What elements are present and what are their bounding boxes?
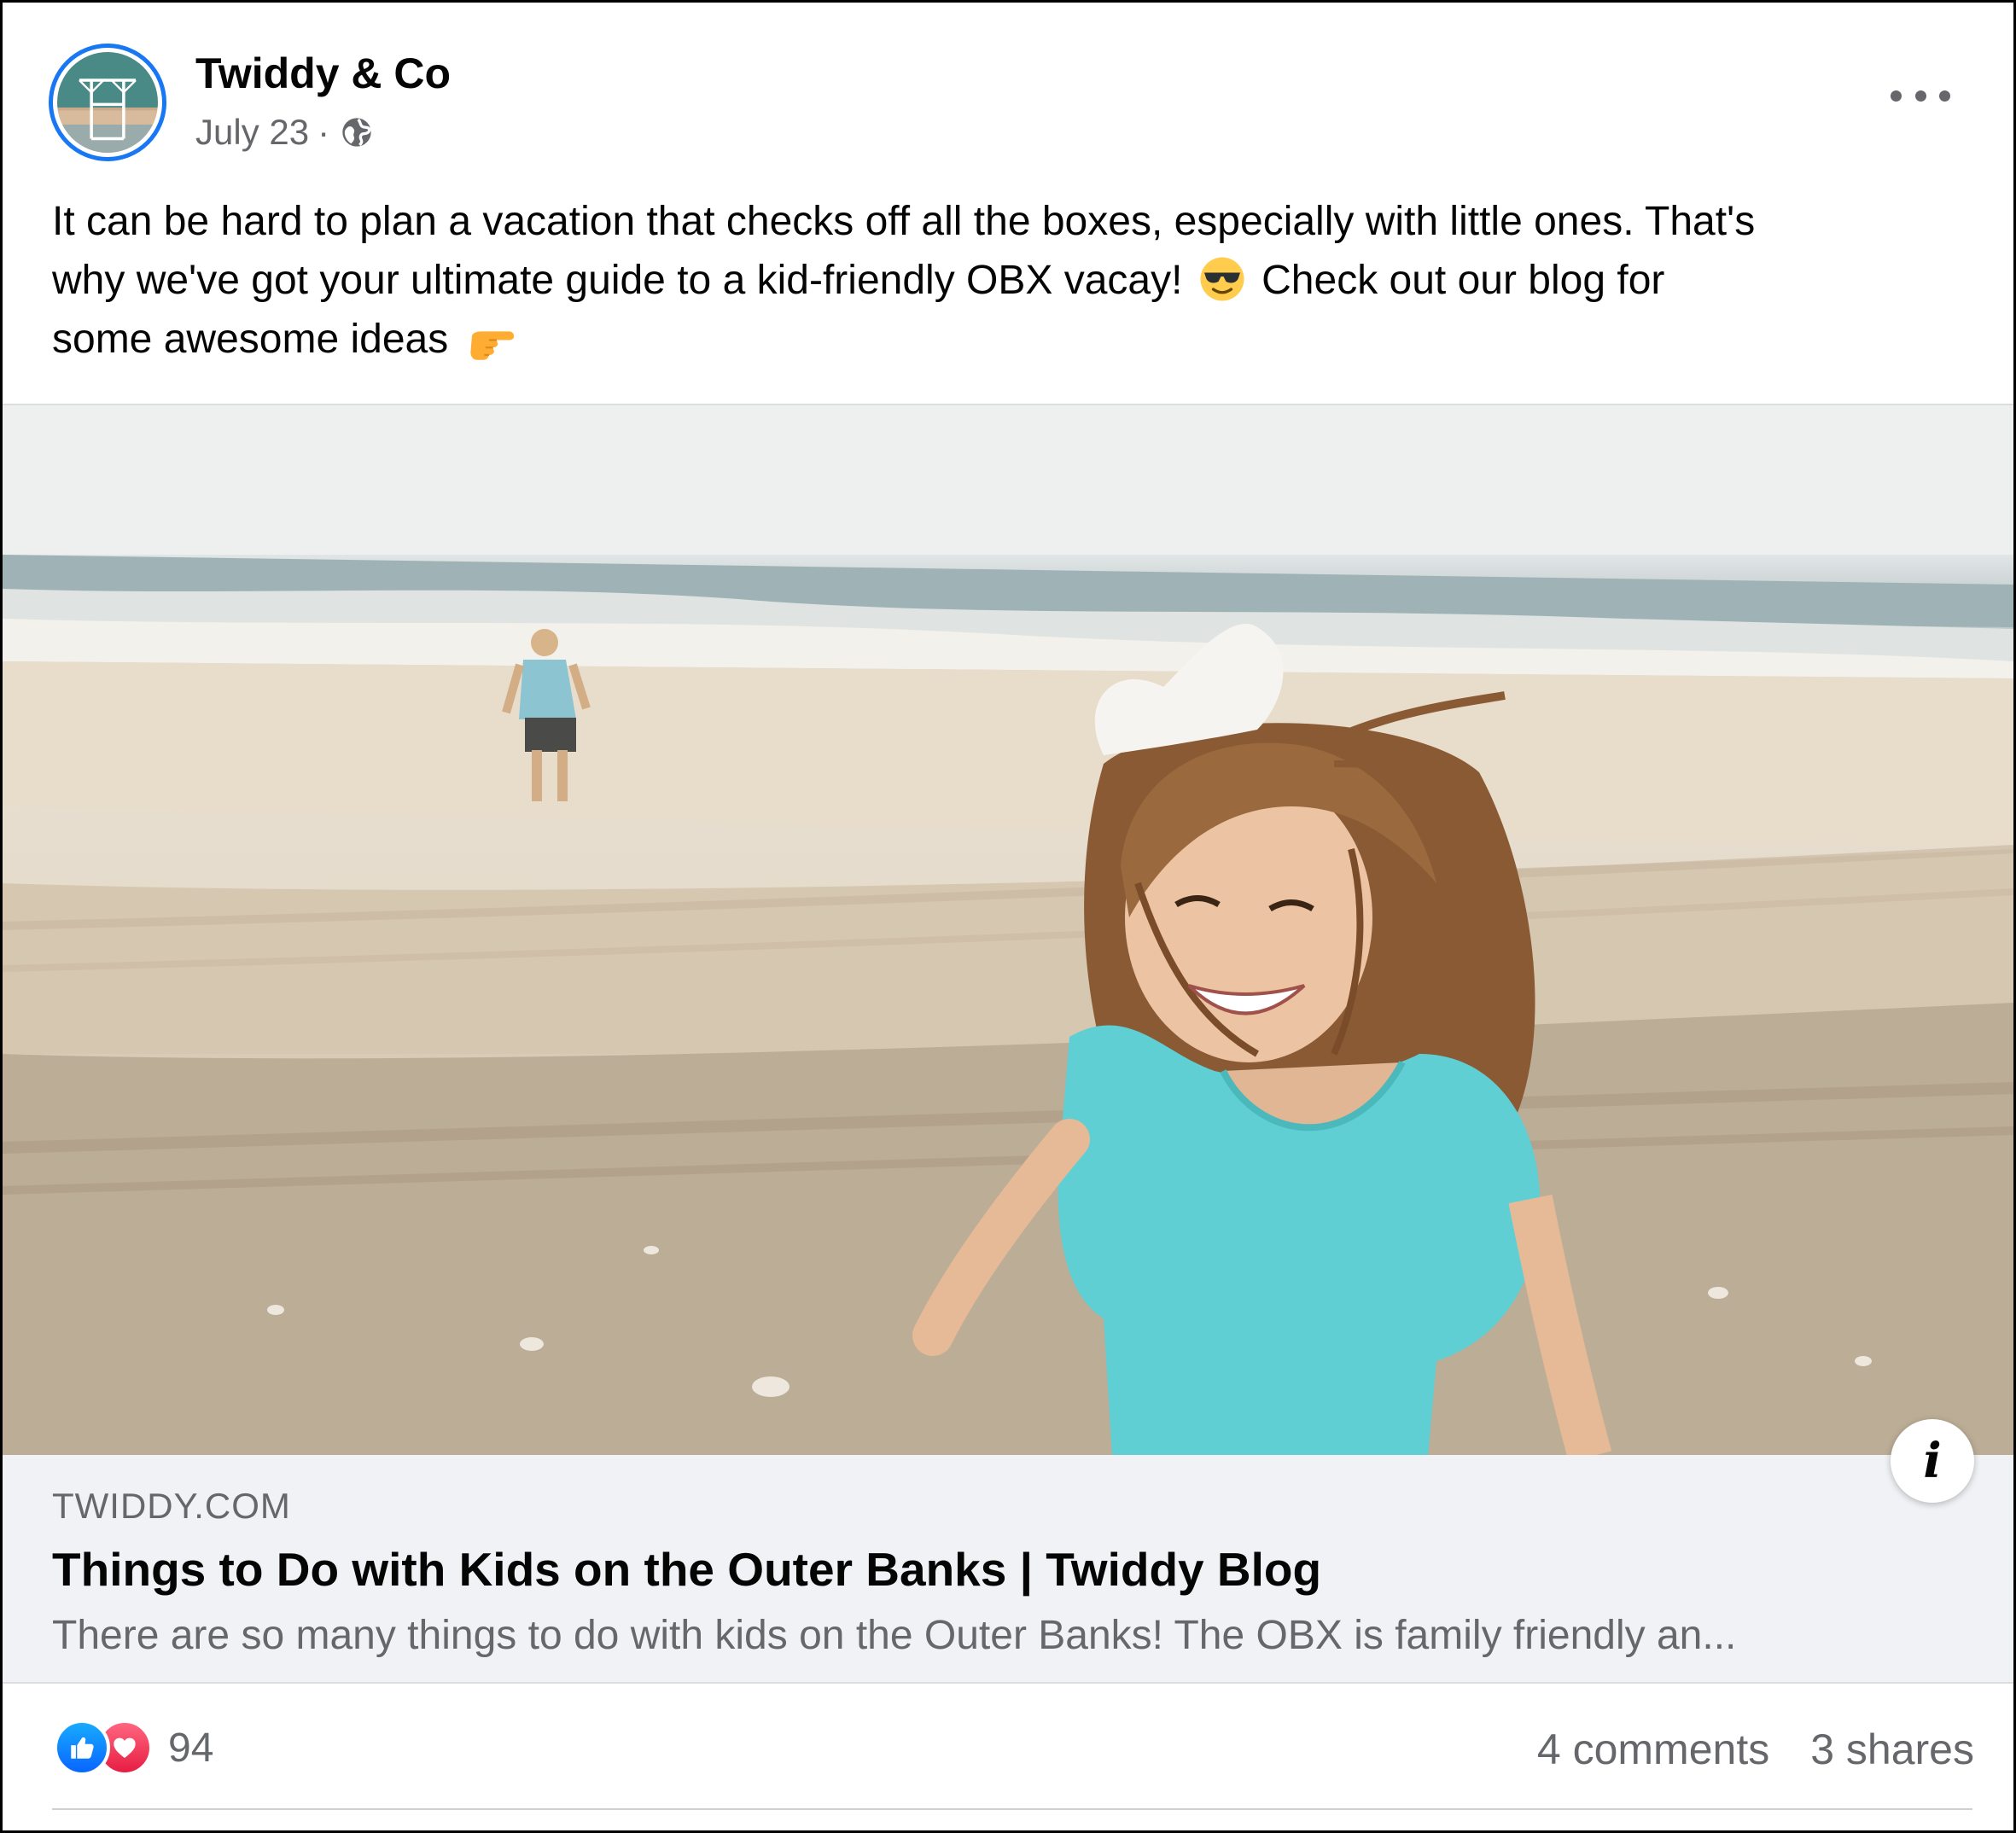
comments-count[interactable]: 4 comments [1537,1725,1769,1774]
post-image[interactable] [3,404,2013,1457]
page-name[interactable]: Twiddy & Co [195,49,451,98]
reaction-count[interactable]: 94 [168,1725,213,1772]
globe-icon [342,118,371,147]
link-preview[interactable]: TWIDDY.COM Things to Do with Kids on the… [3,1455,2013,1684]
like-reaction-icon [54,1720,110,1776]
page-logo [57,52,158,153]
info-icon[interactable]: i [1891,1419,1974,1503]
pointing-hand-emoji-icon [469,331,514,360]
post-card: Twiddy & Co July 23 · It can be hard to … [0,0,2016,1833]
post-meta: July 23 · [195,112,374,153]
caption-line-1: It can be hard to plan a vacation that c… [52,199,1756,244]
beach-photo-illustration [3,405,2013,1457]
link-title[interactable]: Things to Do with Kids on the Outer Bank… [52,1542,1321,1597]
footer-divider [52,1808,1972,1810]
meta-separator: · [318,112,330,152]
more-options-icon[interactable] [1891,83,1950,108]
post-caption: It can be hard to plan a vacation that c… [52,192,1981,369]
caption-line-3: some awesome ideas [52,310,1981,369]
reactions-summary[interactable]: 94 [54,1720,213,1776]
engagement-counts: 4 comments 3 shares [1537,1725,1974,1774]
caption-line-2: why we've got your ultimate guide to a k… [52,257,1665,303]
post-date[interactable]: July 23 [195,112,309,153]
page-avatar[interactable] [49,44,166,161]
shares-count[interactable]: 3 shares [1810,1725,1974,1774]
link-description: There are so many things to do with kids… [52,1613,1737,1658]
sunglasses-emoji-icon [1200,257,1244,301]
link-domain: TWIDDY.COM [52,1486,291,1526]
